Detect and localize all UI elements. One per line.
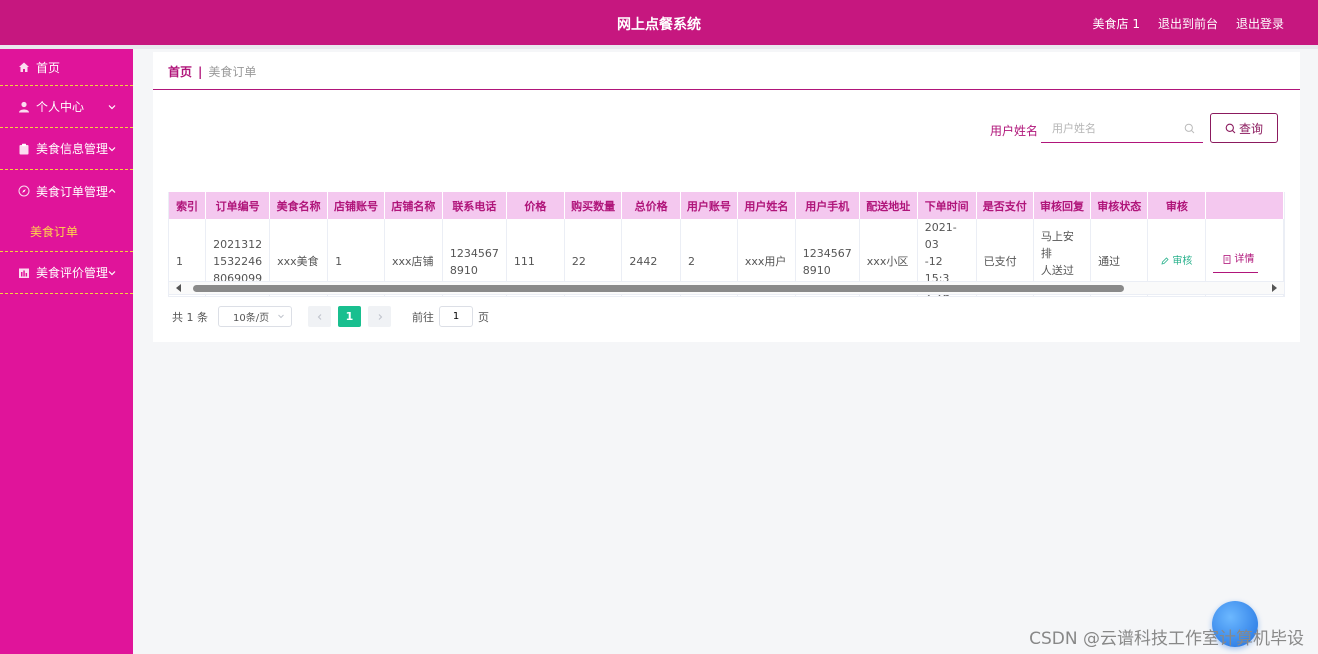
watermark-text: CSDN @云谱科技工作室计算机毕设 <box>1029 629 1304 649</box>
column-header: 总价格 <box>621 192 681 219</box>
user-icon <box>18 101 30 113</box>
table-horizontal-scrollbar[interactable] <box>168 281 1285 295</box>
search-input[interactable] <box>1041 114 1181 142</box>
sidebar: 首页 个人中心 美食信息管理 美食订单管理 美食订单 美食评价管理 <box>0 49 133 654</box>
chevron-down-icon <box>108 270 116 275</box>
search-icon <box>1225 123 1236 133</box>
prev-page-button[interactable] <box>308 306 331 327</box>
detail-button[interactable]: 详情 <box>1213 251 1259 273</box>
sidebar-item-home[interactable]: 首页 <box>0 49 133 86</box>
document-icon <box>1223 254 1231 264</box>
detail-button-label: 详情 <box>1234 253 1255 265</box>
page-size-select[interactable]: 10条/页 <box>218 306 292 327</box>
column-header: 配送地址 <box>859 192 918 219</box>
column-header: 审核回复 <box>1033 192 1092 219</box>
clipboard-icon <box>18 143 30 155</box>
column-header: 下单时间 <box>917 192 977 219</box>
search-icon <box>1184 123 1195 134</box>
column-header: 购买数量 <box>564 192 623 219</box>
column-header: 索引 <box>169 192 207 219</box>
pagination-total: 共 1 条 <box>172 310 208 324</box>
sidebar-item-food-orders[interactable]: 美食订单管理 <box>0 170 133 212</box>
table-header-row: 索引 订单编号 美食名称 店铺账号 店铺名称 联系电话 价格 购买数量 总价格 … <box>169 192 1284 219</box>
compass-icon <box>18 185 30 197</box>
sidebar-item-profile[interactable]: 个人中心 <box>0 86 133 128</box>
column-header: 订单编号 <box>205 192 271 219</box>
audit-button[interactable]: 审核 <box>1161 253 1192 270</box>
query-button-label: 查询 <box>1238 121 1263 136</box>
sidebar-item-label: 美食评价管理 <box>36 266 109 280</box>
column-header: 店铺名称 <box>384 192 443 219</box>
column-header: 美食名称 <box>269 192 329 219</box>
column-header: 店铺账号 <box>327 192 385 219</box>
breadcrumb-home[interactable]: 首页 <box>168 63 192 80</box>
top-header: 网上点餐系统 美食店 1 退出到前台 退出登录 <box>0 0 1318 45</box>
sidebar-subitem-food-order[interactable]: 美食订单 <box>0 212 133 252</box>
column-header: 审核状态 <box>1090 192 1149 219</box>
goto-page-input[interactable] <box>439 306 473 327</box>
logout-link[interactable]: 退出登录 <box>1236 15 1284 32</box>
scroll-left-arrow-icon[interactable] <box>176 284 181 292</box>
column-header: 是否支付 <box>976 192 1034 219</box>
column-header: 联系电话 <box>442 192 507 219</box>
column-header <box>1205 192 1284 219</box>
sidebar-item-food-reviews[interactable]: 美食评价管理 <box>0 252 133 294</box>
pagination: 共 1 条 10条/页 1 前往 页 <box>172 306 489 327</box>
column-header: 用户账号 <box>680 192 738 219</box>
column-header: 审核 <box>1147 192 1207 219</box>
breadcrumb-separator: | <box>198 64 203 79</box>
search-field <box>1041 114 1203 143</box>
query-button[interactable]: 查询 <box>1210 113 1278 143</box>
sidebar-item-label: 个人中心 <box>36 100 85 114</box>
breadcrumb: 首页 | 美食订单 <box>168 63 256 80</box>
home-icon <box>18 61 30 73</box>
header-actions: 美食店 1 退出到前台 退出登录 <box>1093 15 1284 32</box>
current-user-link[interactable]: 美食店 1 <box>1093 15 1140 32</box>
next-page-button[interactable] <box>368 306 391 327</box>
sidebar-item-label: 美食订单管理 <box>36 184 109 199</box>
sidebar-item-label: 首页 <box>36 60 61 75</box>
header-divider <box>0 45 1318 49</box>
page-number-current[interactable]: 1 <box>338 306 361 327</box>
breadcrumb-current: 美食订单 <box>208 65 257 79</box>
column-header: 用户手机 <box>795 192 860 219</box>
column-header: 价格 <box>506 192 565 219</box>
goto-label: 前往 <box>412 310 434 324</box>
chevron-right-icon <box>378 313 382 320</box>
edit-icon <box>1161 257 1169 265</box>
exit-to-front-link[interactable]: 退出到前台 <box>1158 15 1218 32</box>
sidebar-item-food-info[interactable]: 美食信息管理 <box>0 128 133 170</box>
search-label: 用户姓名 <box>990 124 1039 138</box>
chart-icon <box>18 267 30 279</box>
page-size-value: 10条/页 <box>233 313 270 324</box>
chevron-left-icon <box>317 313 321 320</box>
main-panel: 首页 | 美食订单 用户姓名 查询 索引 订单编号 美食名称 店铺账号 <box>153 52 1300 342</box>
column-header: 用户姓名 <box>737 192 796 219</box>
breadcrumb-divider <box>153 89 1300 90</box>
chevron-down-icon <box>108 104 116 109</box>
audit-button-label: 审核 <box>1172 255 1193 267</box>
chevron-down-icon <box>278 314 284 319</box>
sidebar-item-label: 美食信息管理 <box>36 142 109 156</box>
scrollbar-thumb[interactable] <box>193 285 1124 292</box>
chevron-up-icon <box>108 188 116 193</box>
chevron-down-icon <box>108 146 116 151</box>
page-suffix-label: 页 <box>478 310 489 324</box>
scroll-right-arrow-icon[interactable] <box>1272 284 1277 292</box>
